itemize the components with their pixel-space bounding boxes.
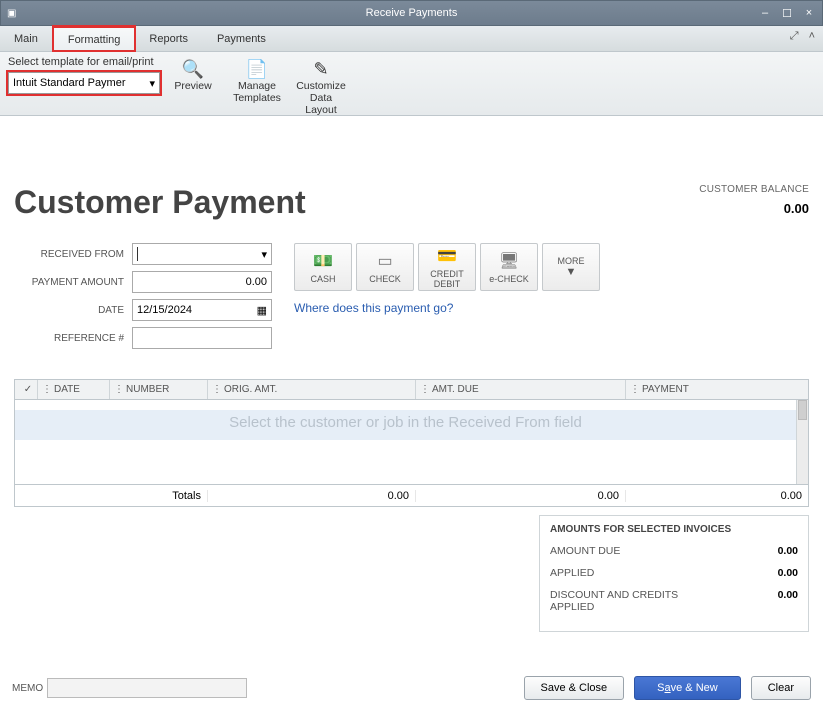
- echeck-label: e-CHECK: [489, 274, 529, 284]
- tab-payments[interactable]: Payments: [203, 26, 281, 51]
- customer-balance-label: CUSTOMER BALANCE: [699, 184, 809, 195]
- column-amt-due[interactable]: ⋮AMT. DUE: [415, 380, 625, 399]
- totals-pay: 0.00: [625, 490, 808, 502]
- more-label: MORE: [558, 256, 585, 266]
- customer-balance-value: 0.00: [699, 201, 809, 216]
- credit-label-1: CREDIT: [430, 269, 464, 279]
- close-button[interactable]: ×: [802, 7, 816, 20]
- customize-layout-button[interactable]: ✎ Customize Data Layout: [290, 56, 352, 118]
- check-label: CHECK: [369, 274, 401, 284]
- customize-label-2: Data Layout: [294, 92, 348, 116]
- received-from-select[interactable]: ▾: [132, 243, 272, 265]
- payment-amount-label: PAYMENT AMOUNT: [14, 277, 132, 288]
- tab-formatting[interactable]: Formatting: [53, 26, 136, 51]
- grid-scrollbar[interactable]: [796, 400, 808, 484]
- reference-input[interactable]: [132, 327, 272, 349]
- discount-value: 0.00: [778, 589, 798, 613]
- maximize-button[interactable]: ☐: [780, 7, 794, 20]
- credit-debit-button[interactable]: 💳 CREDIT DEBIT: [418, 243, 476, 291]
- minimize-button[interactable]: –: [758, 7, 772, 20]
- check-icon: ▭: [377, 251, 392, 271]
- payment-amount-input[interactable]: [132, 271, 272, 293]
- totals-label: Totals: [15, 490, 207, 502]
- window-title: Receive Payments: [366, 7, 458, 19]
- window-menu-icon[interactable]: ▣: [7, 8, 16, 19]
- manage-templates-label-2: Templates: [233, 92, 281, 104]
- titlebar: ▣ Receive Payments – ☐ ×: [0, 0, 823, 26]
- reference-label: REFERENCE #: [14, 333, 132, 344]
- column-payment[interactable]: ⋮PAYMENT: [625, 380, 808, 399]
- customize-label-1: Customize: [296, 80, 346, 92]
- template-label: Select template for email/print: [8, 56, 154, 68]
- echeck-icon: 🖥: [499, 251, 519, 271]
- preview-button[interactable]: 🔍 Preview: [162, 56, 224, 94]
- credit-label-2: DEBIT: [434, 279, 461, 289]
- payment-help-link[interactable]: Where does this payment go?: [294, 301, 453, 315]
- tab-reports[interactable]: Reports: [135, 26, 203, 51]
- manage-templates-label-1: Manage: [238, 80, 276, 92]
- date-input[interactable]: 12/15/2024 ▦: [132, 299, 272, 321]
- amount-due-value: 0.00: [778, 545, 798, 557]
- echeck-button[interactable]: 🖥 e-CHECK: [480, 243, 538, 291]
- amount-due-label: AMOUNT DUE: [550, 545, 620, 557]
- chevron-down-icon: ▼: [566, 266, 577, 278]
- date-label: DATE: [14, 305, 132, 316]
- discount-label: DISCOUNT AND CREDITSAPPLIED: [550, 589, 678, 613]
- selected-title: AMOUNTS FOR SELECTED INVOICES: [550, 524, 798, 535]
- templates-icon: 📄: [246, 58, 268, 80]
- chevron-down-icon: ▾: [149, 77, 155, 90]
- manage-templates-button[interactable]: 📄 Manage Templates: [226, 56, 288, 106]
- totals-orig: 0.00: [207, 490, 415, 502]
- invoice-grid: ✓ ⋮DATE ⋮NUMBER ⋮ORIG. AMT. ⋮AMT. DUE ⋮P…: [14, 379, 809, 507]
- tab-main[interactable]: Main: [0, 26, 53, 51]
- chevron-down-icon: ▾: [261, 248, 267, 261]
- clear-button[interactable]: Clear: [751, 676, 811, 700]
- save-new-button[interactable]: Save & New: [634, 676, 741, 700]
- totals-due: 0.00: [415, 490, 625, 502]
- column-number[interactable]: ⋮NUMBER: [109, 380, 207, 399]
- template-select[interactable]: Intuit Standard Paymer ▾: [8, 72, 160, 94]
- template-select-value: Intuit Standard Paymer: [13, 77, 126, 89]
- preview-icon: 🔍: [182, 58, 204, 80]
- applied-value: 0.00: [778, 567, 798, 579]
- preview-label: Preview: [174, 80, 211, 92]
- cash-button[interactable]: 💵 CASH: [294, 243, 352, 291]
- page-heading: Customer Payment: [14, 184, 306, 221]
- collapse-ribbon-icon[interactable]: ˄: [809, 30, 815, 43]
- check-button[interactable]: ▭ CHECK: [356, 243, 414, 291]
- more-payment-button[interactable]: MORE ▼: [542, 243, 600, 291]
- ribbon: Select template for email/print Intuit S…: [0, 52, 823, 116]
- memo-input[interactable]: [47, 678, 247, 698]
- save-close-button[interactable]: Save & Close: [524, 676, 625, 700]
- cash-label: CASH: [310, 274, 335, 284]
- received-from-label: RECEIVED FROM: [14, 249, 132, 260]
- grid-placeholder: Select the customer or job in the Receiv…: [15, 414, 796, 431]
- tab-bar: Main Formatting Reports Payments ⤢ ˄: [0, 26, 823, 52]
- cash-icon: 💵: [313, 251, 333, 271]
- card-icon: 💳: [437, 246, 457, 266]
- customize-icon: ✎: [313, 58, 328, 80]
- expand-icon[interactable]: ⤢: [790, 30, 799, 43]
- calendar-icon[interactable]: ▦: [257, 304, 267, 317]
- date-value: 12/15/2024: [137, 304, 192, 316]
- column-check[interactable]: ✓: [15, 380, 37, 399]
- column-date[interactable]: ⋮DATE: [37, 380, 109, 399]
- memo-label: MEMO: [12, 683, 43, 694]
- selected-invoices-panel: AMOUNTS FOR SELECTED INVOICES AMOUNT DUE…: [539, 515, 809, 632]
- column-orig-amt[interactable]: ⋮ORIG. AMT.: [207, 380, 415, 399]
- applied-label: APPLIED: [550, 567, 594, 579]
